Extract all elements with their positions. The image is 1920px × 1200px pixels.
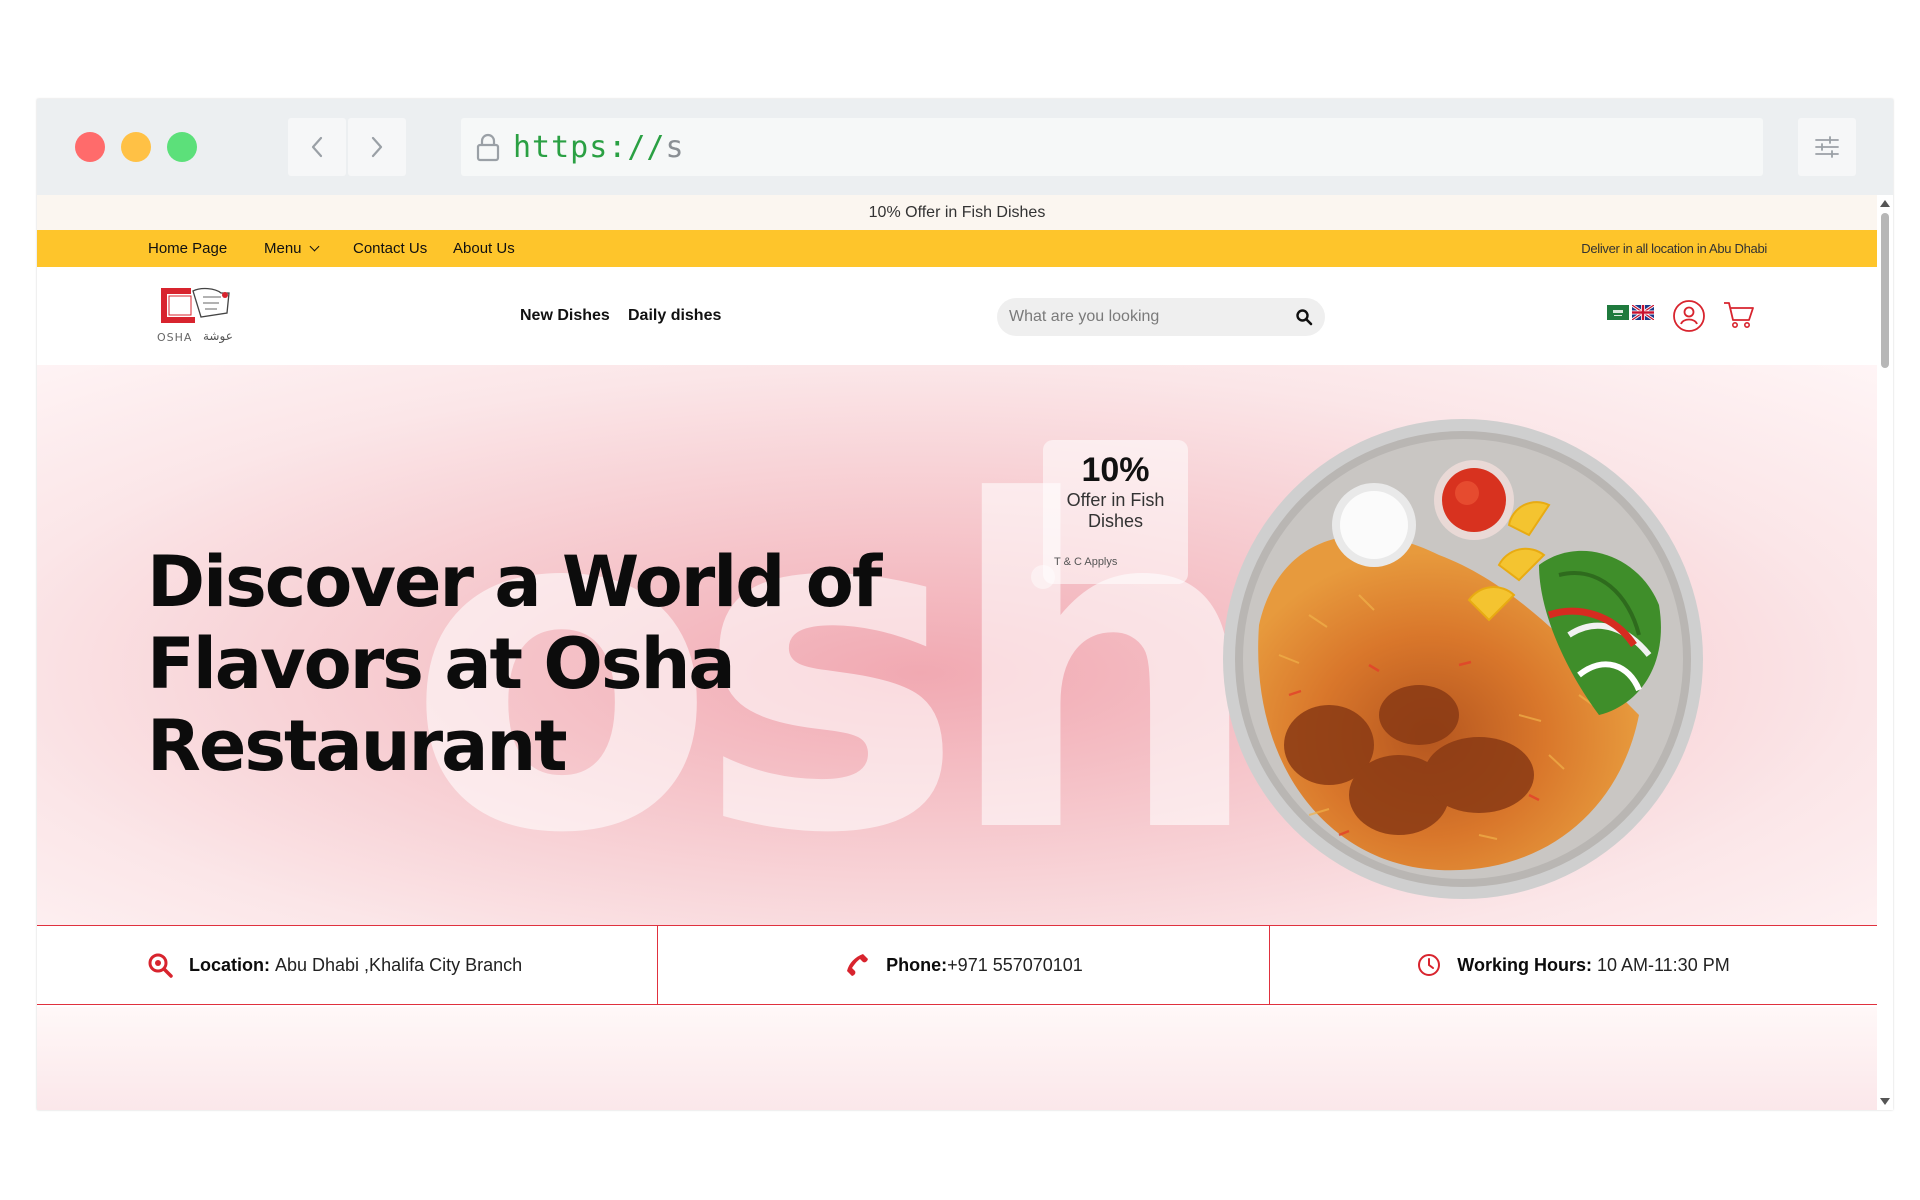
phone-value[interactable]: +971 557070101 [947,955,1083,976]
offer-terms: T & C Applys [1054,556,1118,568]
search-input[interactable] [1009,308,1279,326]
biryani-plate-image [1223,419,1703,899]
url-host: s [665,129,685,165]
restaurant-page: 10% Offer in Fish Dishes Home Page Menu … [37,195,1877,1110]
address-bar[interactable]: https://s [461,118,1763,176]
phone-icon [847,954,869,976]
sliders-icon [1815,136,1839,158]
url-text: https://s [513,130,685,165]
back-button[interactable] [288,118,346,176]
search-icon[interactable] [1295,308,1313,326]
page-scrollbar[interactable] [1877,195,1893,1110]
uk-flag-icon[interactable] [1632,305,1654,320]
nav-about-us[interactable]: About Us [453,230,515,267]
hours-cell: Working Hours: 10 AM-11:30 PM [1269,926,1877,1004]
site-header: OSHA عوشة New Dishes Daily dishes [37,267,1877,365]
info-strip: Location: Abu Dhabi ,Khalifa City Branch… [37,925,1877,1005]
logo-text-en: OSHA [157,331,192,344]
language-switcher [1607,305,1654,320]
location-value: Abu Dhabi ,Khalifa City Branch [275,954,523,975]
maximize-window-button[interactable] [167,132,197,162]
lock-icon [476,133,500,162]
url-scheme: https:// [513,129,666,165]
scroll-thumb[interactable] [1881,213,1889,368]
offer-card[interactable]: 10% Offer in Fish Dishes T & C Applys [1043,440,1188,584]
cart-icon[interactable] [1723,300,1755,330]
nav-home-page[interactable]: Home Page [148,230,227,267]
scroll-down-arrow[interactable] [1880,1098,1890,1105]
offer-percent: 10% [1081,451,1150,489]
nav-menu-label: Menu [264,240,302,257]
forward-button[interactable] [348,118,406,176]
nav-new-dishes[interactable]: New Dishes [520,267,610,365]
hours-label: Working Hours: [1457,954,1592,975]
offer-text: Offer in Fish Dishes [1066,490,1165,531]
location-search-icon [148,953,173,978]
delivery-note: Deliver in all location in Abu Dhabi [1581,241,1767,256]
hero-headline: Discover a World of Flavors at Osha Rest… [147,541,882,787]
top-nav-bar: Home Page Menu Contact Us About Us Deliv… [37,230,1877,267]
decorative-bubble [1031,565,1055,589]
close-window-button[interactable] [75,132,105,162]
search-box [997,298,1325,336]
hero-banner: osha Discover a World of Flavors at Osha… [37,365,1877,925]
chevron-left-icon [311,136,323,158]
nav-daily-dishes[interactable]: Daily dishes [628,267,721,365]
nav-menu-dropdown[interactable]: Menu [264,230,318,267]
page-viewport: 10% Offer in Fish Dishes Home Page Menu … [37,195,1893,1110]
minimize-window-button[interactable] [121,132,151,162]
saudi-flag-icon[interactable] [1607,305,1629,320]
settings-button[interactable] [1798,118,1856,176]
scroll-up-arrow[interactable] [1880,200,1890,207]
location-cell: Location: Abu Dhabi ,Khalifa City Branch [37,926,657,1004]
phone-cell: Phone: +971 557070101 [657,926,1269,1004]
promo-bar: 10% Offer in Fish Dishes [37,195,1877,230]
location-label: Location: [189,954,270,975]
nav-contact-us[interactable]: Contact Us [353,230,427,267]
chevron-right-icon [371,136,383,158]
logo-text-ar: عوشة [203,329,233,344]
hours-value: 10 AM-11:30 PM [1596,954,1730,975]
lower-section [37,1007,1877,1110]
phone-label: Phone: [886,954,948,975]
promo-text: 10% Offer in Fish Dishes [868,203,1046,221]
clock-icon [1418,954,1441,976]
browser-window: https://s 10% Offer in Fish Dishes Home … [37,99,1893,1110]
browser-toolbar: https://s [37,99,1893,195]
osha-logo[interactable]: OSHA عوشة [155,283,239,347]
user-account-icon[interactable] [1672,299,1706,333]
